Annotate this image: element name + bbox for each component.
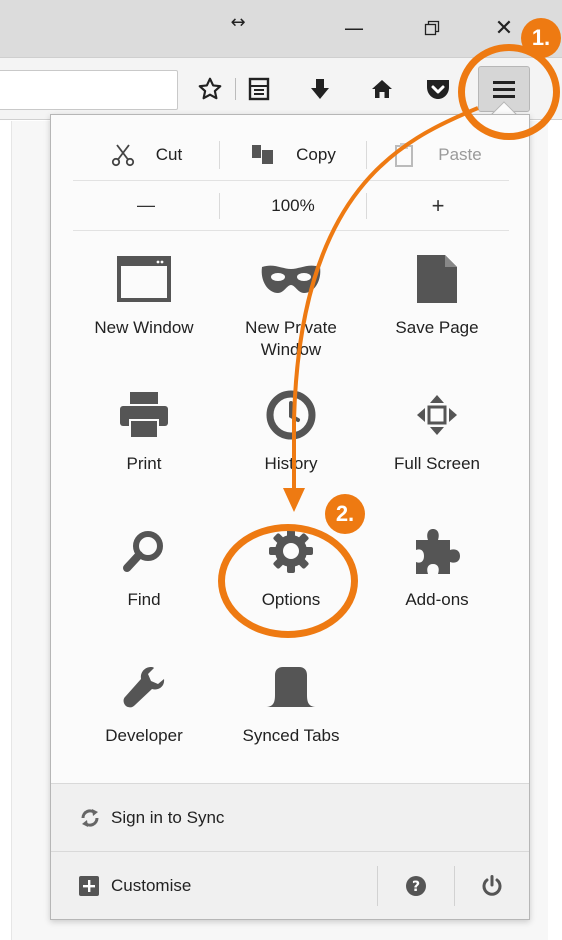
annotation-circle-menu [458,44,560,140]
annotation-circle-options [218,524,358,638]
annotation-arrow [283,106,479,512]
annotation-badge-2: 2. [325,494,365,534]
annotation-badge-1: 1. [521,18,561,58]
